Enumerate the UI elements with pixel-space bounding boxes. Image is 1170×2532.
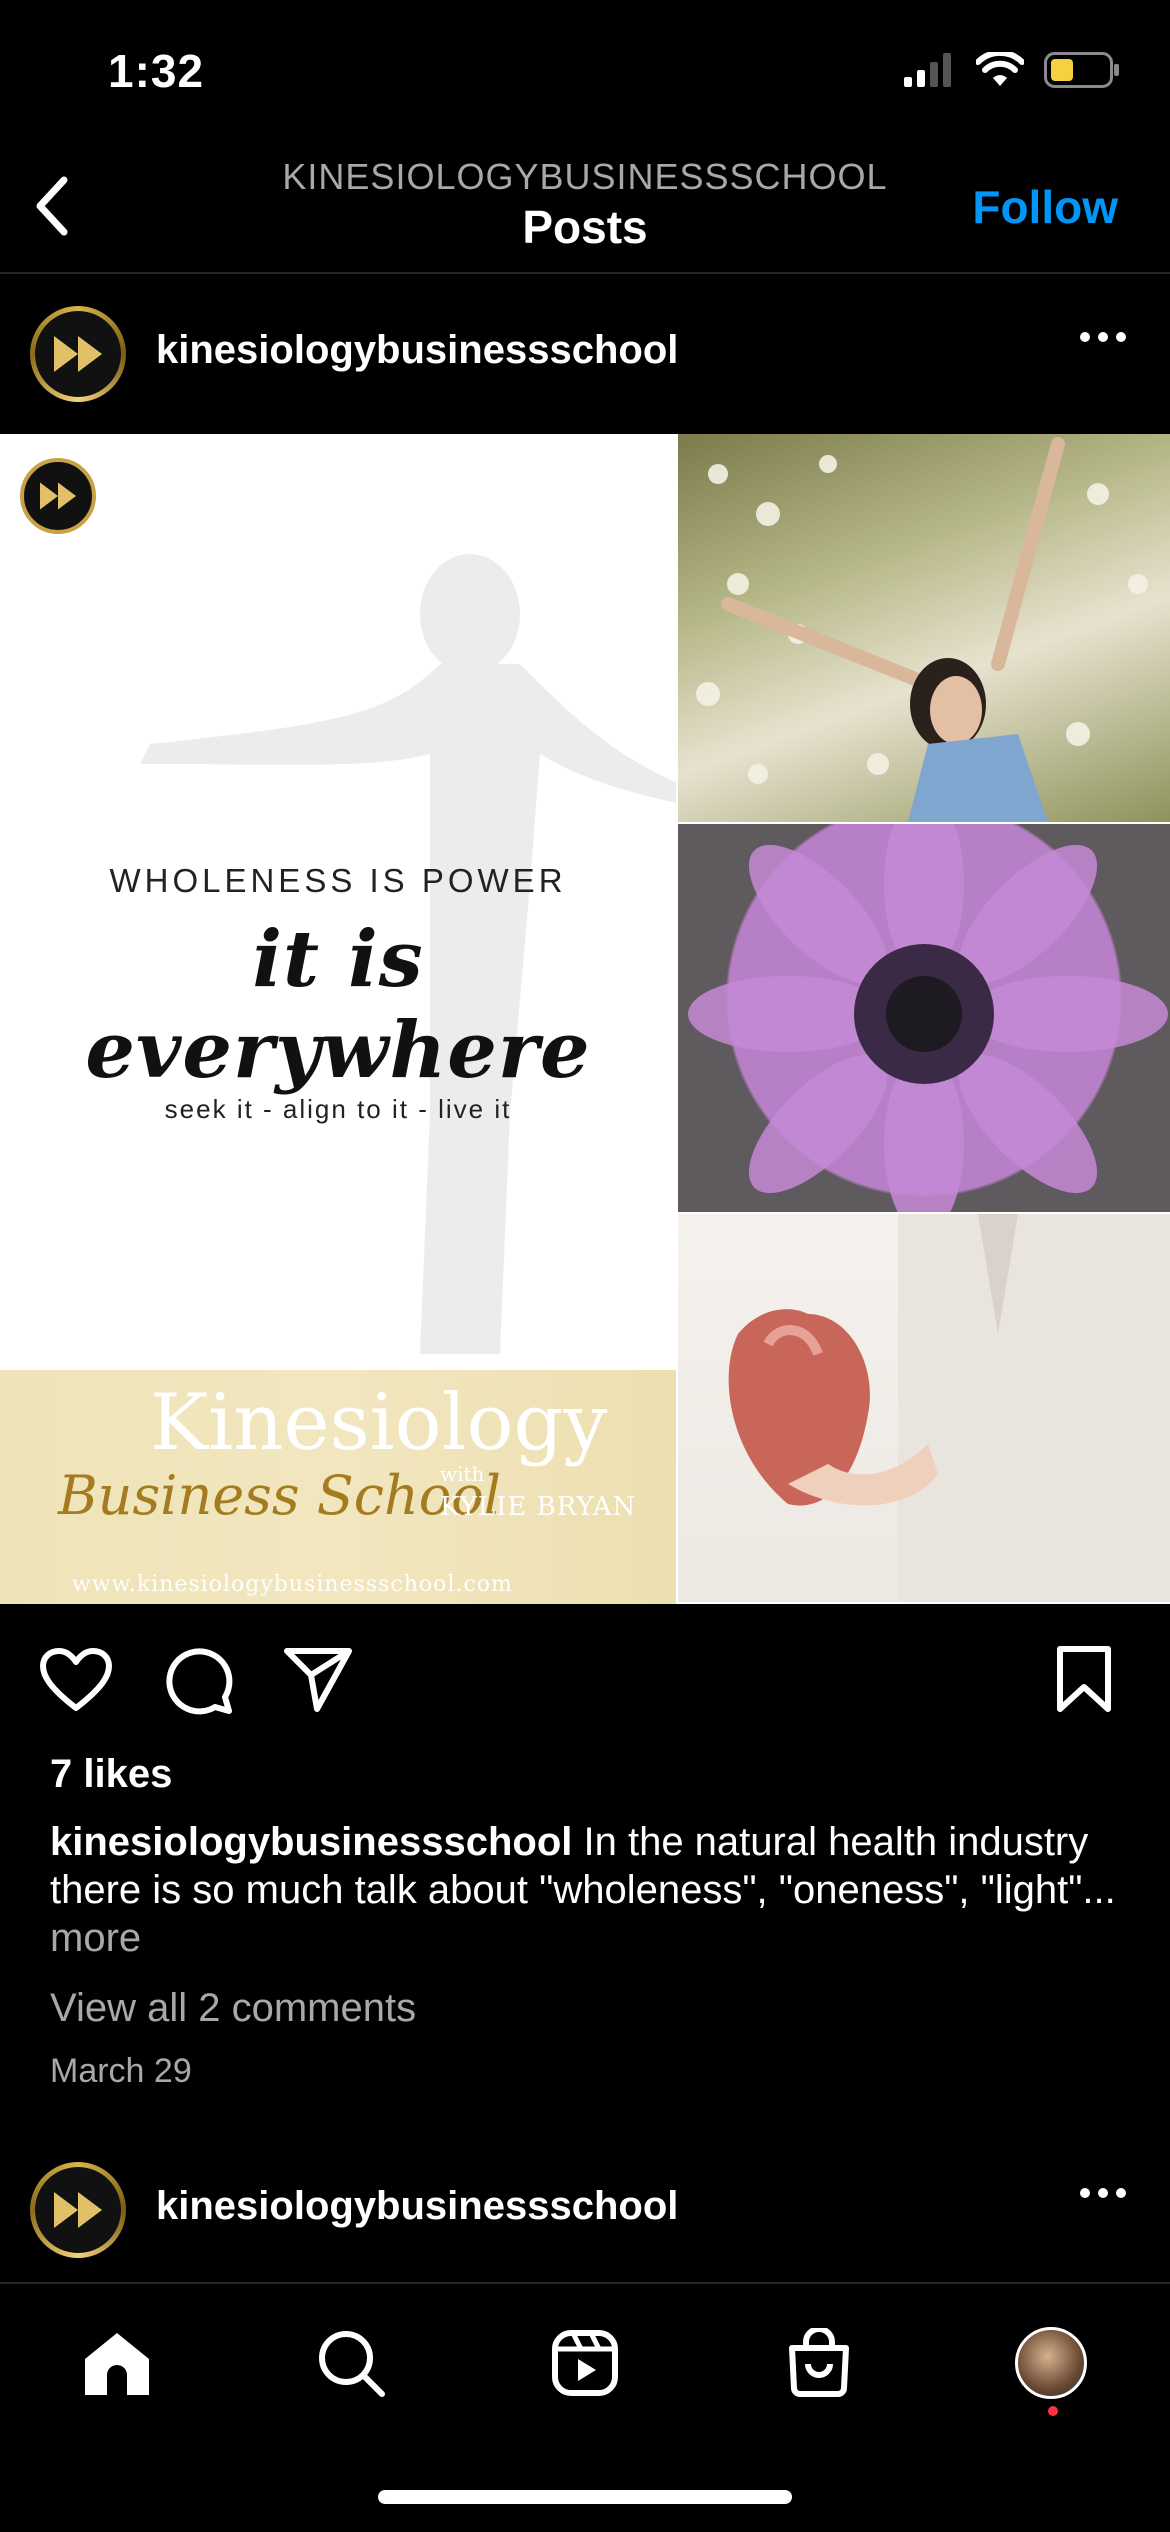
tab-reels[interactable] — [540, 2318, 630, 2408]
brand-url-text: www.kinesiologybusinessschool.com — [72, 1572, 513, 1597]
status-time: 1:32 — [108, 45, 205, 97]
bookmark-icon — [1057, 1646, 1111, 1712]
post-image[interactable]: WHOLENESS IS POWER it is everywhere seek… — [0, 434, 1170, 1604]
home-indicator[interactable] — [378, 2490, 792, 2504]
woman-in-meadow-image — [696, 437, 1148, 822]
purple-daisy-image — [688, 824, 1168, 1212]
next-post-header: kinesiologybusinessschool — [0, 2130, 1170, 2290]
post-date: March 29 — [50, 2052, 192, 2090]
fast-forward-logo-icon — [54, 2192, 102, 2228]
post-header: kinesiologybusinessschool — [0, 274, 1170, 434]
status-icons — [904, 52, 1120, 88]
paper-plane-icon — [284, 1648, 352, 1712]
post-actions — [0, 1640, 1170, 1720]
brand-author-text: KYLIE BRYAN — [440, 1492, 637, 1522]
notification-dot — [1048, 2406, 1058, 2416]
home-icon — [85, 2333, 149, 2395]
flower-photo — [678, 824, 1170, 1212]
caption-more-link[interactable]: more — [50, 1916, 141, 1960]
tab-shop[interactable] — [774, 2318, 864, 2408]
avatar[interactable] — [30, 306, 126, 402]
hand-holding-heart-image — [728, 1214, 1170, 1602]
like-button[interactable] — [36, 1640, 116, 1720]
tab-profile[interactable] — [1006, 2318, 1096, 2408]
profile-avatar — [1015, 2327, 1087, 2399]
heart-icon — [40, 1648, 112, 1711]
meadow-photo — [678, 434, 1170, 822]
more-options-button[interactable] — [1080, 332, 1126, 342]
top-nav: KINESIOLOGYBUSINESSSCHOOL Posts Follow — [0, 140, 1170, 274]
save-button[interactable] — [1044, 1640, 1124, 1720]
wifi-icon — [976, 52, 1024, 86]
image-subline: seek it - align to it - live it — [164, 1094, 512, 1124]
post-username[interactable]: kinesiologybusinessschool — [156, 328, 678, 373]
likes-count[interactable]: 7 likes — [50, 1752, 172, 1797]
status-bar: 1:32 — [0, 0, 1170, 140]
share-button[interactable] — [278, 1640, 358, 1720]
reels-icon — [552, 2330, 618, 2396]
heart-photo — [678, 1214, 1170, 1602]
image-headline: WHOLENESS IS POWER — [109, 862, 567, 899]
quote-panel: WHOLENESS IS POWER it is everywhere seek… — [0, 434, 676, 1604]
brand-logo-icon — [20, 458, 96, 534]
search-icon — [319, 2331, 385, 2397]
tab-search[interactable] — [306, 2318, 396, 2408]
tab-home[interactable] — [72, 2318, 162, 2408]
follow-button[interactable]: Follow — [972, 180, 1118, 234]
brand-kinesiology-text: Kinesiology — [150, 1378, 608, 1468]
shop-icon — [789, 2328, 849, 2397]
brand-business-school-text: Business School — [58, 1464, 502, 1527]
signal-icon — [904, 53, 951, 87]
comment-button[interactable] — [158, 1640, 238, 1720]
image-script-line: it is everywhere — [85, 914, 591, 1096]
brand-with-text: with — [440, 1462, 485, 1486]
avatar[interactable] — [30, 2162, 126, 2258]
caption-username[interactable]: kinesiologybusinessschool — [50, 1820, 572, 1864]
more-options-button[interactable] — [1080, 2188, 1126, 2198]
view-comments-link[interactable]: View all 2 comments — [50, 1986, 416, 2031]
comment-icon — [166, 1648, 233, 1715]
battery-icon — [1044, 52, 1119, 88]
next-post-username[interactable]: kinesiologybusinessschool — [156, 2184, 678, 2229]
post-caption: kinesiologybusinessschool In the natural… — [50, 1818, 1130, 1962]
fast-forward-logo-icon — [54, 336, 102, 372]
